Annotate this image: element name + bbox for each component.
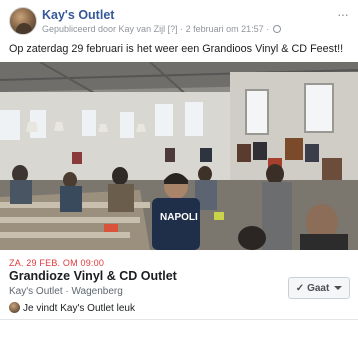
- post-meta: Gepubliceerd door Kay van Zijl [?] · 2 f…: [42, 24, 281, 34]
- page-avatar[interactable]: [9, 7, 37, 35]
- globe-icon: [272, 25, 281, 33]
- post-timestamp[interactable]: 2 februari om 21:57: [186, 24, 264, 34]
- event-date: ZA. 29 FEB. OM 09:00: [9, 258, 105, 268]
- event-photo[interactable]: NAPOLI: [0, 62, 358, 250]
- info-marker[interactable]: [?]: [168, 24, 178, 34]
- friend-avatar-icon: [9, 302, 20, 313]
- check-icon: ✓: [295, 282, 305, 294]
- event-title[interactable]: Grandioze Vinyl & CD Outlet: [9, 269, 177, 283]
- likes-text: Je vindt Kay's Outlet leuk: [23, 303, 135, 314]
- caret-down-icon: [334, 286, 343, 290]
- shirt-text: NAPOLI: [160, 212, 198, 223]
- page-name-link[interactable]: Kay's Outlet: [42, 8, 114, 22]
- meta-separator: ·: [180, 24, 184, 34]
- going-button[interactable]: ✓ Gaat: [288, 277, 350, 299]
- record-fair-scene: NAPOLI: [0, 62, 358, 250]
- event-card[interactable]: ZA. 29 FEB. OM 09:00 Grandioze Vinyl & C…: [0, 250, 358, 320]
- published-by: Gepubliceerd door Kay van Zijl: [42, 24, 166, 34]
- post-text: Op zaterdag 29 februari is het weer een …: [9, 43, 344, 55]
- more-options-icon[interactable]: ···: [337, 6, 349, 22]
- event-host: Kay's Outlet · Wagenberg: [9, 286, 123, 297]
- going-label: Gaat: [307, 282, 330, 294]
- post-header: Kay's Outlet Gepubliceerd door Kay van Z…: [0, 0, 358, 40]
- event-likes: Je vindt Kay's Outlet leuk: [9, 302, 135, 314]
- meta-separator-2: ·: [266, 24, 270, 34]
